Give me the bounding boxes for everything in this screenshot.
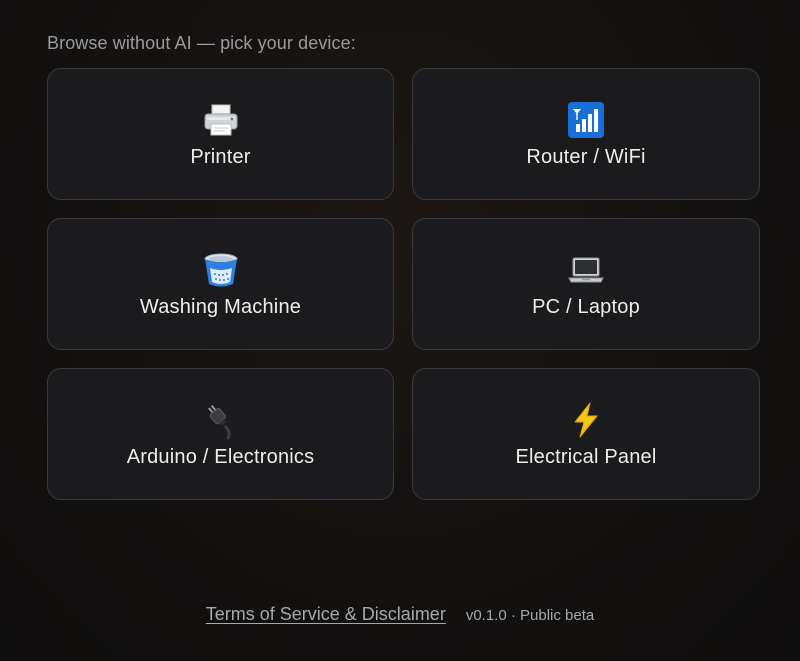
device-grid: Printer Router / WiFi Washing Machine PC… <box>47 68 760 500</box>
version-badge: v0.1.0 · Public beta <box>465 607 595 624</box>
washing-machine-icon <box>201 250 241 290</box>
device-label: Printer <box>190 145 251 168</box>
device-label: PC / Laptop <box>532 295 640 318</box>
printer-icon <box>201 100 241 140</box>
terms-link[interactable]: Terms of Service & Disclaimer <box>206 604 446 625</box>
device-label: Washing Machine <box>139 295 302 318</box>
device-label: Arduino / Electronics <box>126 445 315 468</box>
device-card-arduino-electronics[interactable]: Arduino / Electronics <box>47 368 394 500</box>
device-card-washing-machine[interactable]: Washing Machine <box>47 218 394 350</box>
footer: Terms of Service & Disclaimer v0.1.0 · P… <box>0 604 800 625</box>
signal-bars-icon <box>566 100 606 140</box>
electric-plug-icon <box>201 400 241 440</box>
device-card-printer[interactable]: Printer <box>47 68 394 200</box>
device-card-router-wifi[interactable]: Router / WiFi <box>412 68 760 200</box>
device-card-pc-laptop[interactable]: PC / Laptop <box>412 218 760 350</box>
device-label: Electrical Panel <box>515 445 657 468</box>
lightning-bolt-icon <box>566 400 606 440</box>
device-card-electrical-panel[interactable]: Electrical Panel <box>412 368 760 500</box>
browse-prompt: Browse without AI — pick your device: <box>47 33 356 53</box>
laptop-icon <box>566 250 606 290</box>
device-label: Router / WiFi <box>526 145 646 168</box>
